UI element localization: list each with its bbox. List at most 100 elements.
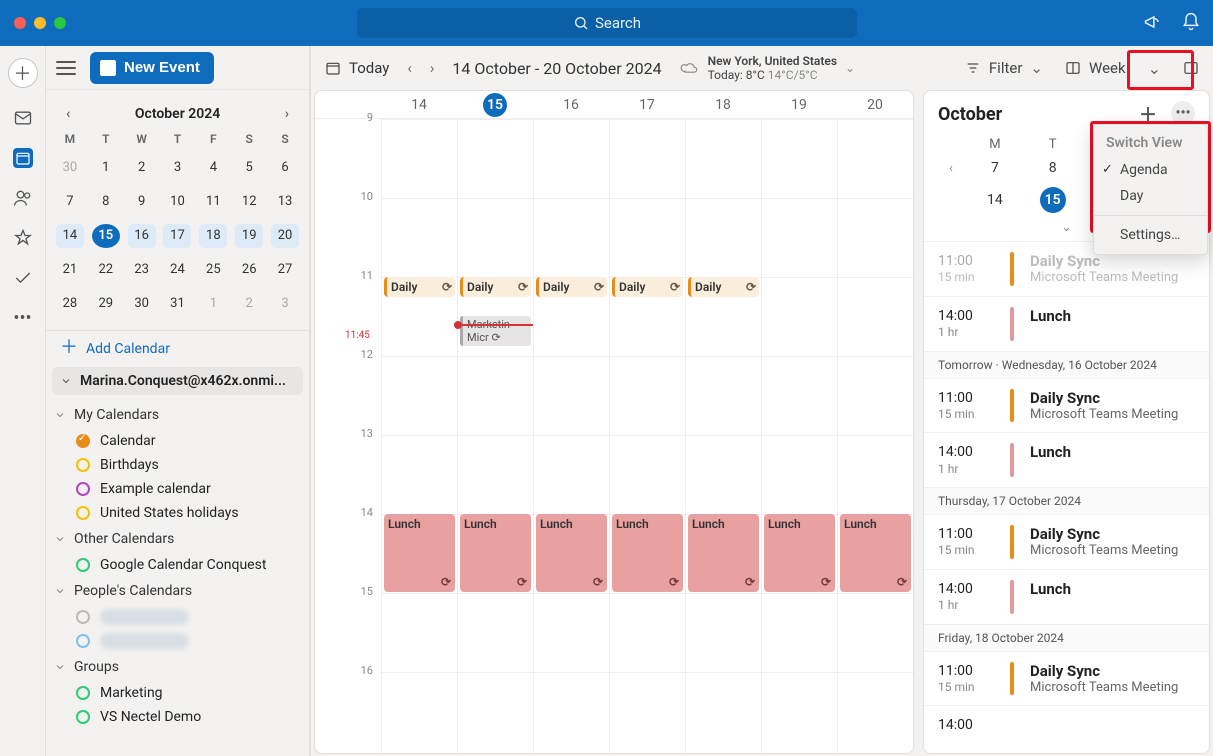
mini-day[interactable]: 9 [128, 190, 156, 214]
mini-day[interactable]: 21 [56, 258, 84, 282]
today-button[interactable]: Today [325, 59, 389, 77]
agenda-item[interactable]: 14:001 hrLunch [924, 569, 1209, 624]
mini-day[interactable]: 16 [128, 224, 156, 248]
mini-day[interactable]: 25 [199, 258, 227, 282]
calendar-item[interactable]: Birthdays [54, 453, 301, 477]
mini-day[interactable]: 3 [163, 156, 191, 180]
mini-day[interactable]: 5 [235, 156, 263, 180]
tree-section[interactable]: My Calendars [54, 401, 301, 429]
mini-day[interactable]: 27 [271, 258, 299, 282]
mini-day[interactable]: 18 [199, 224, 227, 248]
mini-day[interactable]: 20 [271, 224, 299, 248]
menu-item-agenda[interactable]: Agenda [1094, 157, 1207, 183]
calendar-item[interactable]: shared person [54, 605, 301, 629]
day-column-header[interactable]: 14 [381, 97, 457, 113]
agenda-item[interactable]: 11:0015 minDaily SyncMicrosoft Teams Mee… [924, 514, 1209, 569]
close-window[interactable] [14, 17, 26, 29]
mini-day[interactable]: 7 [56, 190, 84, 214]
event-daily-sync[interactable]: Daily⟳ [536, 277, 607, 297]
mini-day[interactable]: 23 [128, 258, 156, 282]
mini-day[interactable]: 2 [128, 156, 156, 180]
event-daily-sync[interactable]: Daily⟳ [384, 277, 455, 297]
tree-section[interactable]: Groups [54, 653, 301, 681]
event-lunch[interactable]: Lunch⟳ [840, 514, 911, 592]
event-lunch[interactable]: Lunch⟳ [384, 514, 455, 592]
next-week[interactable]: › [430, 59, 435, 77]
mini-day[interactable]: 29 [92, 292, 120, 316]
calendar-item[interactable]: Marketing [54, 681, 301, 705]
mini-day[interactable]: 30 [128, 292, 156, 316]
mini-day[interactable]: 2 [235, 292, 263, 316]
agenda-item[interactable]: 14:001 hrLunch [924, 296, 1209, 351]
event-daily-sync[interactable]: Daily⟳ [612, 277, 683, 297]
mini-day[interactable]: 1 [92, 156, 120, 180]
minimize-window[interactable] [34, 17, 46, 29]
people-icon[interactable] [13, 188, 33, 208]
ag-day[interactable]: 15 [1040, 187, 1066, 213]
calendar-item[interactable]: VS Nectel Demo [54, 705, 301, 729]
weather-widget[interactable]: New York, United States Today: 8°C 14°C/… [680, 54, 855, 83]
mini-day[interactable]: 4 [199, 156, 227, 180]
compose-button[interactable]: ＋ [8, 58, 38, 88]
ag-day[interactable]: 8 [1024, 160, 1082, 176]
day-column[interactable]: Lunch⟳ [761, 119, 837, 753]
mini-prev[interactable]: ‹ [60, 102, 76, 126]
mini-day[interactable]: 8 [92, 190, 120, 214]
agenda-more[interactable]: ••• [1171, 101, 1195, 125]
mini-day[interactable]: 17 [163, 224, 191, 248]
star-icon[interactable] [13, 228, 33, 248]
mini-day[interactable]: 26 [235, 258, 263, 282]
mini-day[interactable]: 11 [199, 190, 227, 214]
event-lunch[interactable]: Lunch⟳ [764, 514, 835, 592]
megaphone-icon[interactable] [1143, 12, 1163, 32]
agenda-item[interactable]: 11:0015 minDaily SyncMicrosoft Teams Mee… [924, 651, 1209, 706]
day-column-header[interactable]: 19 [761, 97, 837, 113]
day-column[interactable]: Daily⟳MarketinMicr ⟳Lunch⟳ [457, 119, 533, 753]
ag-prev[interactable]: ‹ [936, 161, 966, 176]
mini-day[interactable]: 15 [92, 224, 120, 248]
mini-day[interactable]: 30 [56, 156, 84, 180]
calendar-icon[interactable] [13, 148, 33, 168]
day-column[interactable]: Lunch⟳ [837, 119, 913, 753]
todo-icon[interactable] [13, 268, 33, 288]
day-column-header[interactable]: 15 [457, 93, 533, 117]
mini-day[interactable]: 31 [163, 292, 191, 316]
event-marketing[interactable]: MarketinMicr ⟳ [460, 316, 531, 346]
mini-day[interactable]: 19 [235, 224, 263, 248]
zoom-window[interactable] [54, 17, 66, 29]
mini-next[interactable]: › [279, 102, 295, 126]
event-lunch[interactable]: Lunch⟳ [612, 514, 683, 592]
agenda-item[interactable]: 11:0015 minDaily SyncMicrosoft Teams Mee… [924, 378, 1209, 433]
calendar-item[interactable]: Example calendar [54, 477, 301, 501]
ag-day[interactable]: 14 [966, 192, 1024, 208]
calendar-item[interactable]: United States holidays [54, 501, 301, 525]
mini-day[interactable]: 22 [92, 258, 120, 282]
event-lunch[interactable]: Lunch⟳ [688, 514, 759, 592]
filter-button[interactable]: Filter ⌄ [965, 59, 1043, 77]
panel-open-icon[interactable] [1183, 60, 1199, 76]
ag-day[interactable]: 7 [966, 160, 1024, 176]
view-button[interactable]: Week [1065, 59, 1126, 77]
more-apps-icon[interactable]: ••• [13, 308, 33, 328]
event-daily-sync[interactable]: Daily⟳ [688, 277, 759, 297]
agenda-item[interactable]: 14:00 [924, 705, 1209, 744]
tree-section[interactable]: Other Calendars [54, 525, 301, 553]
mini-day[interactable]: 1 [199, 292, 227, 316]
hamburger-icon[interactable] [56, 61, 76, 75]
mini-day[interactable]: 12 [235, 190, 263, 214]
day-column-header[interactable]: 16 [533, 97, 609, 113]
day-column[interactable]: Daily⟳ Lunch⟳ [685, 119, 761, 753]
menu-item-settings[interactable]: Settings… [1094, 222, 1207, 248]
day-column[interactable]: Daily⟳ Lunch⟳ [609, 119, 685, 753]
day-column[interactable]: Daily⟳ Lunch⟳ [381, 119, 457, 753]
account-row[interactable]: Marina.Conquest@x462x.onmi... [52, 367, 303, 395]
panel-toggle-chevron[interactable]: ⌄ [1148, 59, 1161, 78]
bell-icon[interactable] [1181, 12, 1201, 32]
day-column[interactable]: Daily⟳ Lunch⟳ [533, 119, 609, 753]
mini-day[interactable]: 24 [163, 258, 191, 282]
event-lunch[interactable]: Lunch⟳ [536, 514, 607, 592]
agenda-item[interactable]: 14:001 hrLunch [924, 432, 1209, 487]
mini-day[interactable]: 28 [56, 292, 84, 316]
prev-week[interactable]: ‹ [407, 59, 412, 77]
day-column-header[interactable]: 20 [837, 97, 913, 113]
